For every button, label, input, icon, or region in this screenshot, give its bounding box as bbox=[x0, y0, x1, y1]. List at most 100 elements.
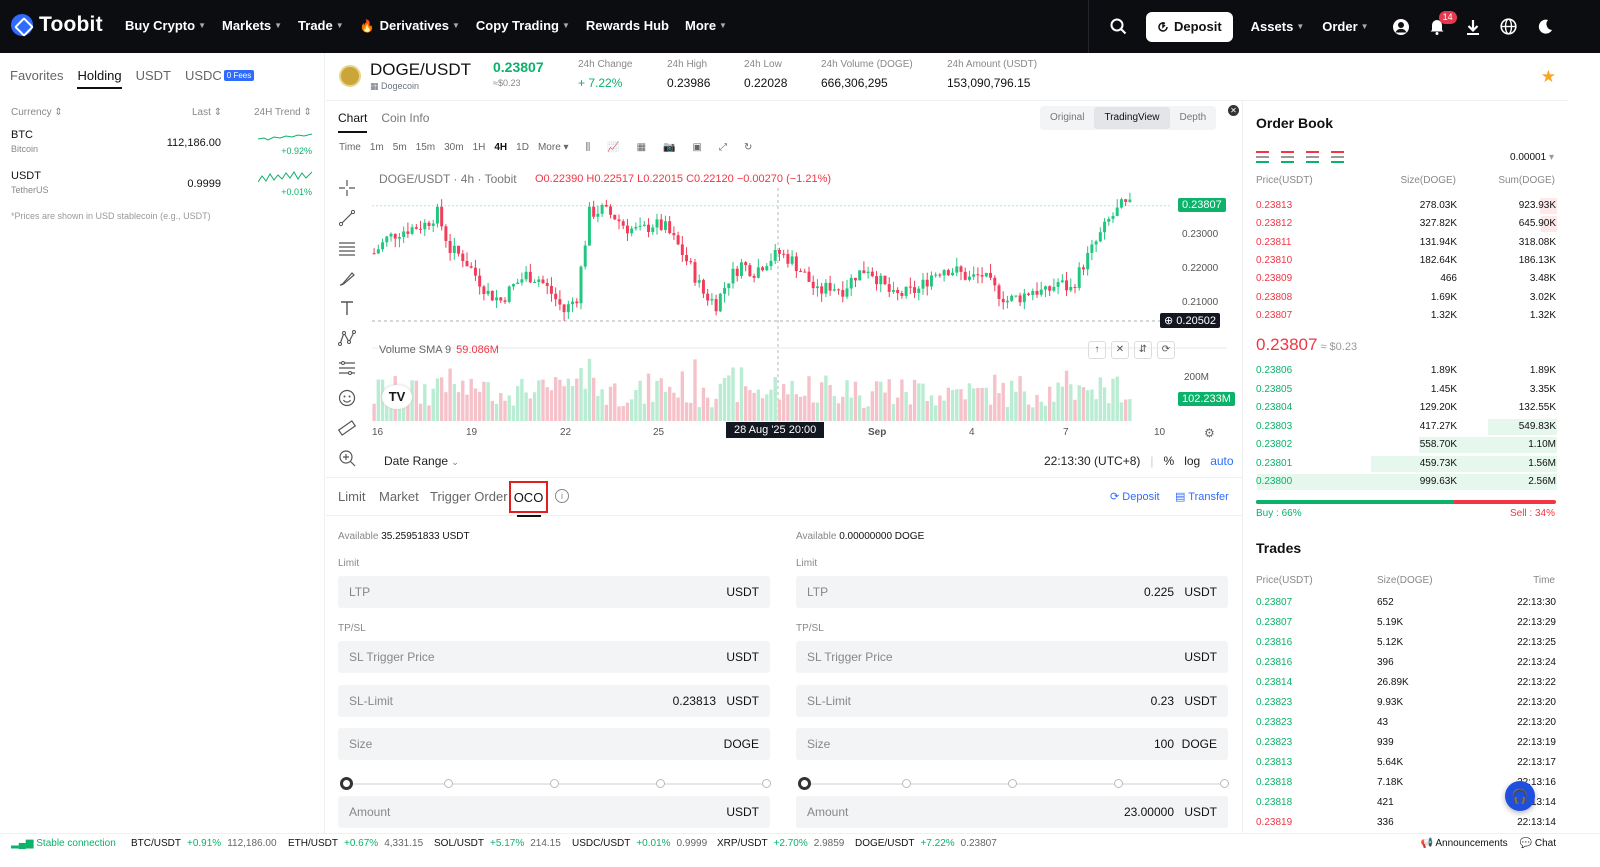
tf-1m[interactable]: 1m bbox=[370, 142, 384, 153]
price-chart[interactable] bbox=[372, 188, 1242, 438]
tab-coin-info[interactable]: Coin Info bbox=[381, 111, 429, 133]
ruler-icon[interactable] bbox=[336, 413, 358, 443]
bid-row[interactable]: 0.23806 1.89K 1.89K bbox=[1243, 362, 1569, 380]
size-slider[interactable] bbox=[798, 777, 1229, 790]
theme-toggle[interactable] bbox=[1527, 19, 1563, 35]
slider-step[interactable] bbox=[902, 779, 911, 788]
tf-more[interactable]: More ▾ bbox=[538, 142, 569, 153]
bid-row[interactable]: 0.23801 459.73K 1.56M bbox=[1243, 455, 1569, 473]
sl-limit-input[interactable]: SL-Limit 0.23813 USDT bbox=[338, 685, 770, 717]
tab-usdt[interactable]: USDT bbox=[136, 68, 171, 89]
nav-derivatives[interactable]: 🔥 Derivatives ▼ bbox=[360, 18, 460, 33]
market-row[interactable]: USDT TetherUS 0.9999 +0.01% bbox=[0, 170, 325, 210]
crosshair-icon[interactable] bbox=[336, 173, 358, 203]
amount-input[interactable]: Amount USDT bbox=[338, 796, 770, 828]
nav-markets[interactable]: Markets ▼ bbox=[222, 18, 282, 33]
emoji-icon[interactable] bbox=[336, 383, 358, 413]
projection-icon[interactable] bbox=[336, 353, 358, 383]
deposit-button[interactable]: Deposit bbox=[1146, 11, 1233, 42]
size-slider[interactable] bbox=[340, 777, 771, 790]
bid-row[interactable]: 0.23802 558.70K 1.10M bbox=[1243, 436, 1569, 454]
ask-row[interactable]: 0.23810 182.64K 186.13K bbox=[1243, 252, 1569, 270]
col-currency[interactable]: Currency ⇕ bbox=[11, 107, 63, 118]
tf-4h[interactable]: 4H bbox=[494, 142, 507, 153]
language-button[interactable] bbox=[1491, 18, 1527, 35]
both-sides-icon[interactable] bbox=[1256, 151, 1269, 163]
slider-step[interactable] bbox=[656, 779, 665, 788]
tab-usdc[interactable]: USDC 0 Fees bbox=[185, 68, 255, 89]
date-range-button[interactable]: Date Range ⌄ bbox=[384, 454, 459, 468]
sl-limit-input[interactable]: SL-Limit 0.23 USDT bbox=[796, 685, 1228, 717]
slider-step[interactable] bbox=[762, 779, 771, 788]
announcements-link[interactable]: 📢 Announcements bbox=[1421, 838, 1508, 849]
sl-trigger-price-input[interactable]: SL Trigger Price USDT bbox=[796, 641, 1228, 673]
slider-step[interactable] bbox=[444, 779, 453, 788]
tab-favorites[interactable]: Favorites bbox=[10, 68, 63, 89]
slider-step[interactable] bbox=[1008, 779, 1017, 788]
nav-rewards-hub[interactable]: Rewards Hub bbox=[586, 18, 669, 33]
pattern-icon[interactable] bbox=[336, 323, 358, 353]
collapse-icon[interactable]: ⇵ bbox=[1134, 341, 1152, 359]
precision-select[interactable]: 0.00001 ▾ bbox=[1510, 152, 1554, 163]
download-button[interactable] bbox=[1455, 19, 1491, 35]
nav-more[interactable]: More ▼ bbox=[685, 18, 727, 33]
refresh-icon[interactable]: ↻ bbox=[744, 142, 752, 153]
text-tool-icon[interactable] bbox=[336, 293, 358, 323]
slider-step[interactable] bbox=[1114, 779, 1123, 788]
brush-icon[interactable] bbox=[336, 263, 358, 293]
close-pane-icon[interactable]: ✕ bbox=[1111, 341, 1129, 359]
account-button[interactable] bbox=[1383, 18, 1419, 36]
search-button[interactable] bbox=[1088, 0, 1148, 53]
chart-settings-icon[interactable]: ⚙ bbox=[1204, 426, 1215, 440]
asks-only-icon[interactable] bbox=[1281, 151, 1294, 163]
info-icon[interactable]: i bbox=[555, 489, 569, 503]
bid-row[interactable]: 0.23805 1.45K 3.35K bbox=[1243, 381, 1569, 399]
footer-ticker[interactable]: USDC/USDT +0.01% 0.9999 bbox=[572, 838, 707, 849]
tab-chart[interactable]: Chart bbox=[338, 111, 368, 133]
ask-row[interactable]: 0.23811 131.94K 318.08K bbox=[1243, 234, 1569, 252]
notification-button[interactable]: 14 bbox=[1419, 11, 1457, 35]
layout-icon[interactable]: ▦ bbox=[637, 142, 646, 153]
bid-row[interactable]: 0.23800 999.63K 2.56M bbox=[1243, 473, 1569, 491]
zoom-in-icon[interactable] bbox=[336, 443, 358, 473]
tab-market[interactable]: Market bbox=[379, 489, 419, 504]
split-view-icon[interactable] bbox=[1331, 151, 1344, 163]
assets-menu[interactable]: Assets ▼ bbox=[1251, 19, 1305, 34]
slider-step[interactable] bbox=[550, 779, 559, 788]
support-headset-icon[interactable]: 🎧 bbox=[1505, 781, 1535, 811]
bid-row[interactable]: 0.23804 129.20K 132.55K bbox=[1243, 399, 1569, 417]
percent-scale-toggle[interactable]: % bbox=[1164, 454, 1175, 468]
tf-5m[interactable]: 5m bbox=[393, 142, 407, 153]
ask-row[interactable]: 0.23812 327.82K 645.90K bbox=[1243, 215, 1569, 233]
log-scale-toggle[interactable]: log bbox=[1184, 454, 1200, 468]
nav-buy-crypto[interactable]: Buy Crypto ▼ bbox=[125, 18, 206, 33]
ask-row[interactable]: 0.23807 1.32K 1.32K bbox=[1243, 307, 1569, 325]
view-depth[interactable]: Depth bbox=[1170, 107, 1217, 129]
chat-link[interactable]: 💬 Chat bbox=[1520, 838, 1556, 849]
transfer-link[interactable]: ▤ Transfer bbox=[1175, 490, 1229, 503]
market-row[interactable]: BTC Bitcoin 112,186.00 +0.92% bbox=[0, 129, 325, 169]
ask-row[interactable]: 0.23809 466 3.48K bbox=[1243, 270, 1569, 288]
size-input[interactable]: Size 100 DOGE bbox=[796, 728, 1228, 760]
col-last[interactable]: Last ⇕ bbox=[192, 107, 222, 118]
nav-copy-trading[interactable]: Copy Trading ▼ bbox=[476, 18, 570, 33]
footer-ticker[interactable]: XRP/USDT +2.70% 2.9859 bbox=[717, 838, 844, 849]
auto-scale-toggle[interactable]: auto bbox=[1210, 454, 1233, 468]
fib-lines-icon[interactable] bbox=[336, 233, 358, 263]
tab-limit[interactable]: Limit bbox=[338, 489, 365, 504]
tf-15m[interactable]: 15m bbox=[416, 142, 435, 153]
view-original[interactable]: Original bbox=[1040, 107, 1094, 129]
favorite-star-icon[interactable]: ★ bbox=[1541, 67, 1556, 87]
size-input[interactable]: Size DOGE bbox=[338, 728, 770, 760]
sl-trigger-price-input[interactable]: SL Trigger Price USDT bbox=[338, 641, 770, 673]
nav-trade[interactable]: Trade ▼ bbox=[298, 18, 344, 33]
trend-line-icon[interactable] bbox=[336, 203, 358, 233]
bid-row[interactable]: 0.23803 417.27K 549.83K bbox=[1243, 418, 1569, 436]
slider-handle[interactable] bbox=[798, 777, 811, 790]
tab-holding[interactable]: Holding bbox=[77, 68, 122, 89]
ltp-input[interactable]: LTP 0.225 USDT bbox=[796, 576, 1228, 608]
candle-type-icon[interactable]: ⫼ bbox=[586, 142, 591, 153]
ask-row[interactable]: 0.23808 1.69K 3.02K bbox=[1243, 289, 1569, 307]
ltp-input[interactable]: LTP USDT bbox=[338, 576, 770, 608]
pair-symbol[interactable]: DOGE/USDT bbox=[370, 60, 471, 80]
